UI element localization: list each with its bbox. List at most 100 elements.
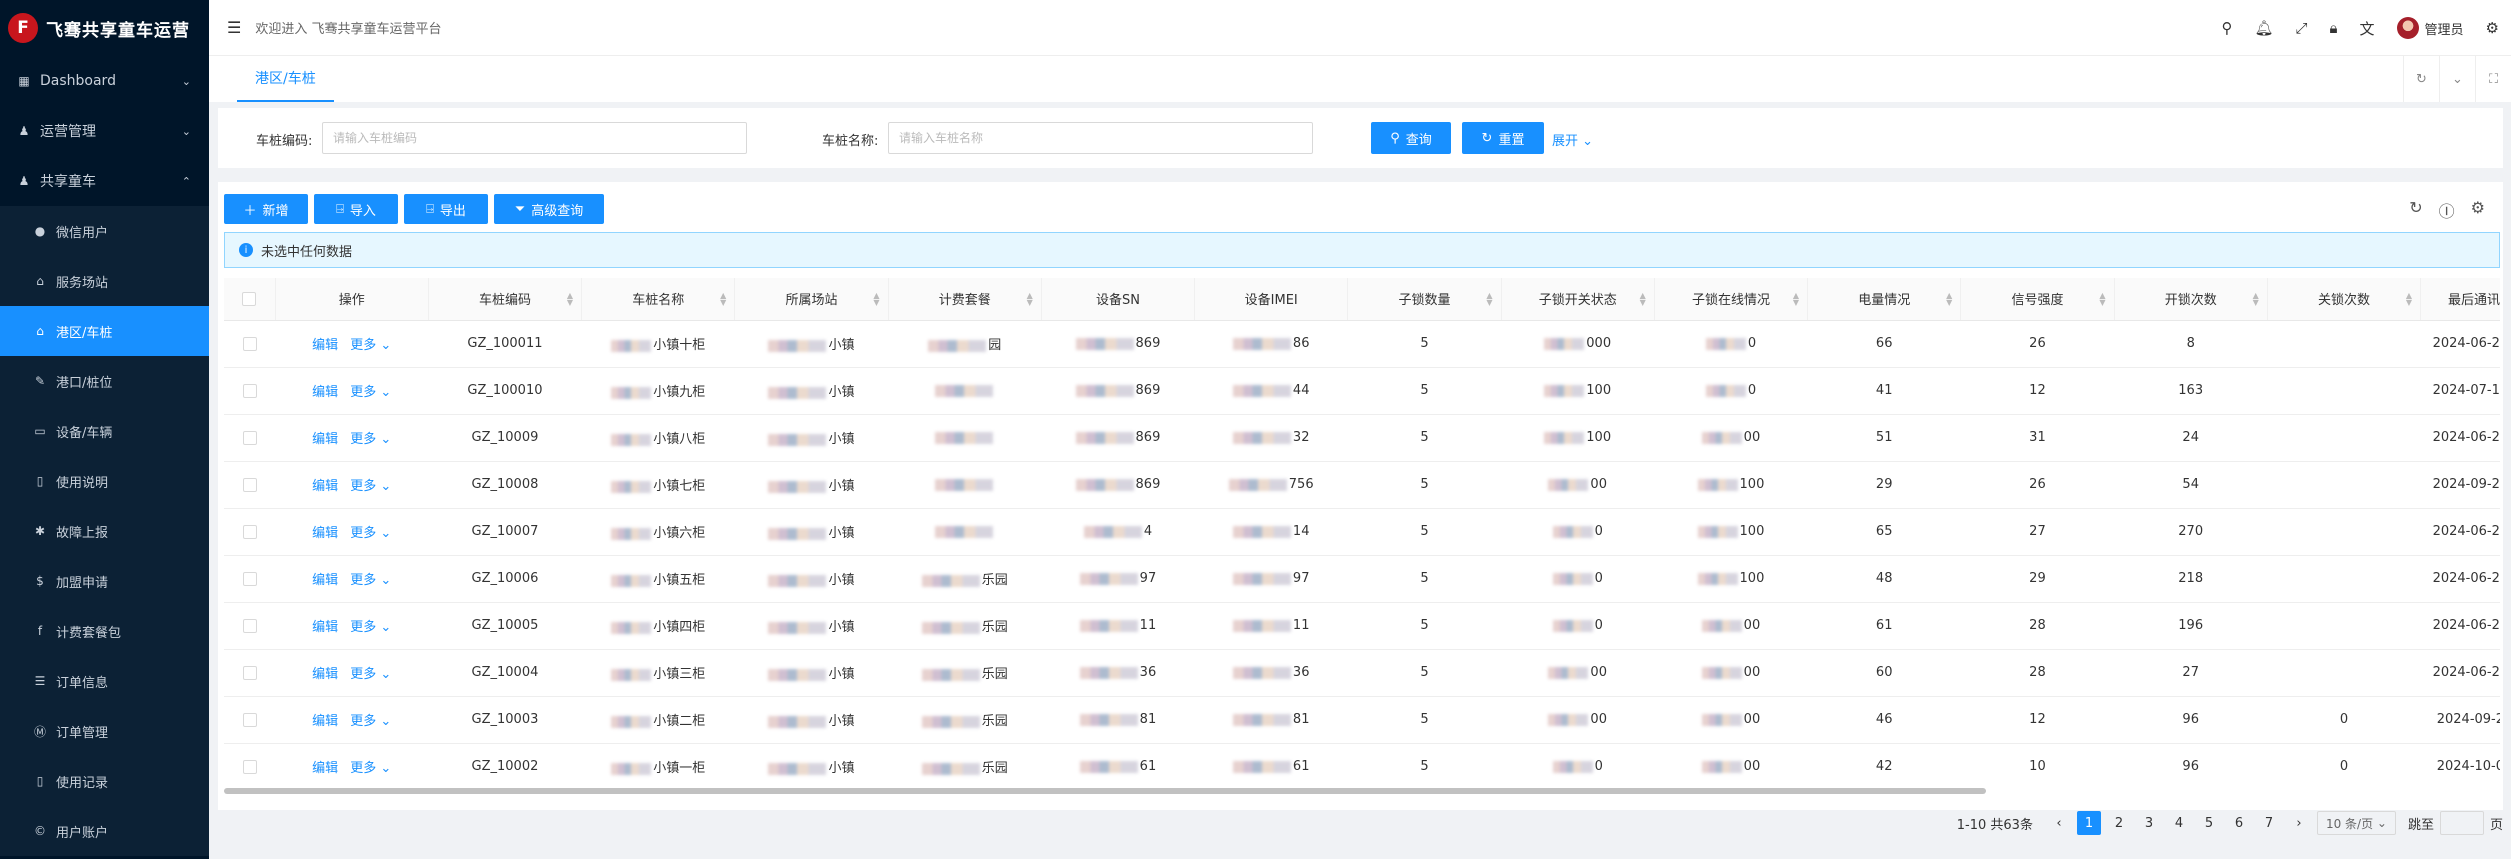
sidebar-item-port-piles[interactable]: ⌂ 港区/车桩: [0, 306, 209, 356]
more-link[interactable]: 更多 ⌄: [350, 338, 391, 353]
tab-port-piles[interactable]: 港区/车桩: [237, 56, 334, 102]
name-input[interactable]: 请输入车桩名称: [888, 122, 1313, 154]
row-checkbox[interactable]: [224, 696, 276, 744]
prev-page-icon[interactable]: ‹: [2047, 811, 2071, 835]
query-button[interactable]: ⚲ 查询: [1371, 122, 1451, 154]
page-3[interactable]: 3: [2137, 811, 2161, 835]
sidebar-item-dashboard[interactable]: ▦ Dashboard ⌄: [0, 56, 209, 106]
jump-input[interactable]: [2439, 811, 2484, 835]
edit-link[interactable]: 编辑: [312, 714, 338, 729]
page-2[interactable]: 2: [2107, 811, 2131, 835]
bell-icon[interactable]: 🔔︎: [2254, 19, 2273, 37]
more-link[interactable]: 更多 ⌄: [350, 761, 391, 776]
sidebar-item-wechat-users[interactable]: ● 微信用户: [0, 206, 209, 256]
cell-last-comm: 2024-06-28 15:1: [2420, 508, 2500, 556]
select-all-checkbox[interactable]: [224, 278, 276, 321]
page-4[interactable]: 4: [2167, 811, 2191, 835]
col-header[interactable]: 子锁数量 ▲ ▼: [1347, 278, 1502, 321]
edit-link[interactable]: 编辑: [312, 667, 338, 682]
add-button[interactable]: ＋新增: [224, 194, 308, 224]
col-header[interactable]: 计费套餐 ▲ ▼: [888, 278, 1042, 321]
page-1[interactable]: 1: [2076, 811, 2101, 835]
page-6[interactable]: 6: [2227, 811, 2251, 835]
row-checkbox[interactable]: [224, 555, 276, 603]
row-checkbox[interactable]: [224, 461, 276, 509]
page-7[interactable]: 7: [2257, 811, 2281, 835]
col-header[interactable]: 所属场站 ▲ ▼: [734, 278, 889, 321]
more-link[interactable]: 更多 ⌄: [350, 479, 391, 494]
sidebar-item-devices[interactable]: ▭ 设备/车辆: [0, 406, 209, 456]
sidebar-item-operations[interactable]: ♟ 运营管理 ⌄: [0, 106, 209, 156]
row-actions: 编辑 更多 ⌄: [275, 508, 429, 556]
horizontal-scrollbar[interactable]: [224, 788, 1986, 794]
col-header[interactable]: 子锁开关状态 ▲ ▼: [1501, 278, 1655, 321]
edit-link[interactable]: 编辑: [312, 761, 338, 776]
user-menu[interactable]: 管理员: [2396, 17, 2464, 39]
sidebar-item-shared-cars[interactable]: ♟ 共享童车 ⌃: [0, 156, 209, 206]
cell-lock-count: 5: [1347, 743, 1502, 788]
row-checkbox[interactable]: [224, 602, 276, 650]
sidebar-item-billing-packages[interactable]: f 计费套餐包: [0, 606, 209, 656]
col-header[interactable]: 子锁在线情况 ▲ ▼: [1654, 278, 1809, 321]
row-checkbox[interactable]: [224, 367, 276, 415]
col-header[interactable]: 车桩编码 ▲ ▼: [428, 278, 583, 321]
row-checkbox[interactable]: [224, 414, 276, 462]
gear-icon[interactable]: ⚙: [2471, 198, 2485, 222]
code-input[interactable]: 请输入车桩编码: [322, 122, 747, 154]
sidebar-item-instructions[interactable]: ▯ 使用说明: [0, 456, 209, 506]
edit-link[interactable]: 编辑: [312, 526, 338, 541]
edit-link[interactable]: 编辑: [312, 479, 338, 494]
sidebar-item-stations[interactable]: ⌂ 服务场站: [0, 256, 209, 306]
sidebar-item-user-accounts[interactable]: © 用户账户: [0, 806, 209, 856]
col-header[interactable]: 电量情况 ▲ ▼: [1807, 278, 1962, 321]
page-size-select[interactable]: 10 条/页 ⌄: [2316, 811, 2396, 835]
fullscreen-icon[interactable]: ⤢: [2296, 19, 2308, 37]
row-checkbox[interactable]: [224, 743, 276, 788]
reset-button[interactable]: ↻ 重置: [1462, 122, 1544, 154]
col-header[interactable]: 信号强度 ▲ ▼: [1960, 278, 2115, 321]
sidebar-item-order-info[interactable]: ☰ 订单信息: [0, 656, 209, 706]
more-link[interactable]: 更多 ⌄: [350, 667, 391, 682]
advanced-query-button[interactable]: ⏷ 高级查询: [494, 194, 604, 224]
col-header[interactable]: 关锁次数 ▲ ▼: [2267, 278, 2422, 321]
sidebar-item-port-slots[interactable]: ✎ 港口/桩位: [0, 356, 209, 406]
column-height-icon[interactable]: Ⓘ: [2439, 198, 2455, 222]
chevron-down-icon[interactable]: ⌄: [2439, 56, 2475, 102]
sidebar-item-fault-report[interactable]: ✱ 故障上报: [0, 506, 209, 556]
edit-link[interactable]: 编辑: [312, 338, 338, 353]
menu-toggle-icon[interactable]: ☰: [227, 18, 241, 37]
cell-imei: 97: [1194, 555, 1348, 603]
expand-icon[interactable]: ⛶: [2475, 56, 2511, 102]
more-link[interactable]: 更多 ⌄: [350, 573, 391, 588]
edit-link[interactable]: 编辑: [312, 385, 338, 400]
edit-link[interactable]: 编辑: [312, 573, 338, 588]
row-checkbox[interactable]: [224, 649, 276, 697]
sidebar-item-franchise[interactable]: $ 加盟申请: [0, 556, 209, 606]
export-button[interactable]: ⍈ 导出: [404, 194, 488, 224]
col-header[interactable]: 开锁次数 ▲ ▼: [2114, 278, 2268, 321]
page-5[interactable]: 5: [2197, 811, 2221, 835]
row-checkbox[interactable]: [224, 320, 276, 368]
expand-link[interactable]: 展开 ⌄: [1552, 130, 1593, 149]
more-link[interactable]: 更多 ⌄: [350, 385, 391, 400]
edit-link[interactable]: 编辑: [312, 620, 338, 635]
more-link[interactable]: 更多 ⌄: [350, 620, 391, 635]
refresh-icon[interactable]: ↻: [2403, 56, 2439, 102]
translate-icon[interactable]: 文: [2360, 18, 2375, 39]
sidebar-item-usage-records[interactable]: ▯ 使用记录: [0, 756, 209, 806]
cell-imei: 61: [1194, 743, 1348, 788]
refresh-icon[interactable]: ↻: [2409, 198, 2422, 222]
more-link[interactable]: 更多 ⌄: [350, 714, 391, 729]
col-header[interactable]: 车桩名称 ▲ ▼: [581, 278, 736, 321]
sidebar-item-order-manage[interactable]: Ⓜ 订单管理: [0, 706, 209, 756]
more-link[interactable]: 更多 ⌄: [350, 432, 391, 447]
import-button[interactable]: ⍈ 导入: [314, 194, 398, 224]
search-icon[interactable]: ⚲: [2221, 19, 2232, 37]
next-page-icon[interactable]: ›: [2287, 811, 2311, 835]
gear-icon[interactable]: ⚙: [2486, 19, 2499, 37]
edit-link[interactable]: 编辑: [312, 432, 338, 447]
more-link[interactable]: 更多 ⌄: [350, 526, 391, 541]
cell-code: GZ_10005: [428, 602, 582, 650]
row-checkbox[interactable]: [224, 508, 276, 556]
lock-icon[interactable]: 🔒︎: [2330, 19, 2338, 37]
